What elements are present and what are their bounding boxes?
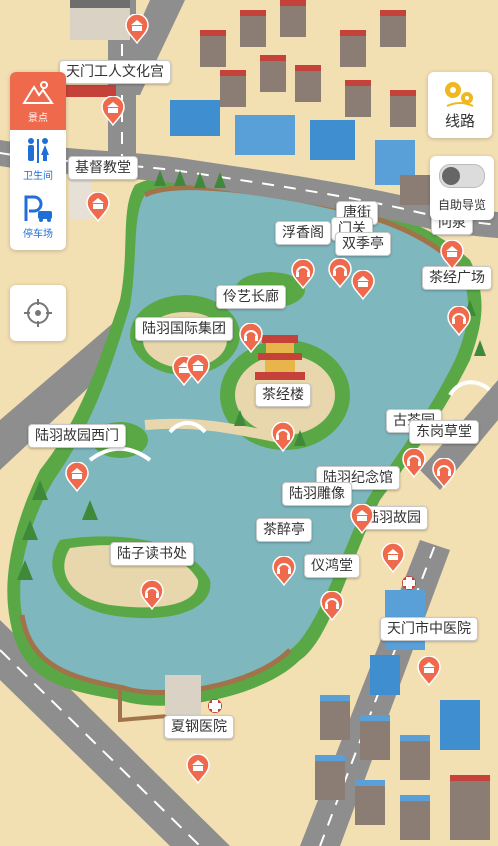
category-scenic-label: 景点: [28, 112, 48, 124]
route-button[interactable]: 线路: [428, 72, 492, 138]
temple-pin-icon[interactable]: [347, 504, 377, 534]
auto-guide-panel: 自助导览: [430, 156, 494, 220]
category-parking[interactable]: 停车场: [10, 188, 66, 246]
audio-pin-icon[interactable]: [137, 580, 167, 610]
poi-label-shuangjiting[interactable]: 双季亭: [335, 232, 391, 256]
audio-pin-icon[interactable]: [288, 259, 318, 289]
poi-label-shuchu[interactable]: 陆子读书处: [110, 542, 194, 566]
audio-pin-icon[interactable]: [399, 448, 429, 478]
toggle-knob: [442, 166, 460, 185]
audio-pin-icon[interactable]: [268, 422, 298, 452]
route-icon: [445, 81, 474, 107]
audio-pin-icon[interactable]: [236, 323, 266, 353]
temple-pin-icon[interactable]: [414, 656, 444, 686]
poi-label-luyujituan[interactable]: 陆羽国际集团: [135, 317, 233, 341]
crosshair-icon: [24, 299, 52, 327]
category-restroom[interactable]: 卫生间: [10, 130, 66, 188]
poi-label-lingyi[interactable]: 伶艺长廊: [216, 285, 286, 309]
auto-guide-label: 自助导览: [437, 197, 486, 212]
audio-pin-icon[interactable]: [444, 306, 474, 336]
hospital-icon-b: [208, 699, 222, 713]
temple-pin-icon[interactable]: [378, 543, 408, 573]
audio-pin-icon[interactable]: [269, 556, 299, 586]
parking-icon: [24, 195, 52, 222]
temple-pin-icon[interactable]: [62, 462, 92, 492]
category-restroom-label: 卫生间: [23, 170, 53, 182]
temple-pin-icon[interactable]: [348, 270, 378, 300]
audio-pin-icon[interactable]: [317, 591, 347, 621]
temple-pin-icon[interactable]: [437, 240, 467, 270]
auto-guide-toggle[interactable]: [439, 163, 485, 188]
poi-label-zhongyiyuan[interactable]: 天门市中医院: [380, 617, 478, 641]
poi-label-chajinglou[interactable]: 茶经楼: [255, 383, 311, 407]
category-parking-label: 停车场: [23, 228, 53, 240]
poi-label-chazuiting[interactable]: 茶醉亭: [256, 518, 312, 542]
category-scenic[interactable]: 景点: [10, 72, 66, 130]
temple-pin-icon[interactable]: [183, 354, 213, 384]
poi-label-xiagang[interactable]: 夏钢医院: [164, 715, 234, 739]
route-label: 线路: [444, 111, 475, 130]
poi-label-yihongtang[interactable]: 仪鸿堂: [304, 554, 360, 578]
locate-button[interactable]: [10, 285, 66, 341]
restroom-icon: [28, 137, 49, 163]
scenic-icon: [22, 80, 54, 104]
temple-pin-icon[interactable]: [83, 192, 113, 222]
poi-label-donggang[interactable]: 东岗草堂: [409, 420, 479, 444]
temple-pin-icon[interactable]: [122, 14, 152, 44]
audio-pin-icon[interactable]: [429, 458, 459, 488]
temple-pin-icon[interactable]: [98, 96, 128, 126]
category-panel: 景点 卫生间 停车场: [10, 72, 66, 250]
poi-label-fuxiangge[interactable]: 浮香阁: [275, 221, 331, 245]
hospital-icon-a: [402, 576, 416, 590]
poi-label-diaoxiang[interactable]: 陆羽雕像: [282, 482, 352, 506]
poi-label-xixmen[interactable]: 陆羽故园西门: [28, 424, 126, 448]
poi-label-wenhuagong[interactable]: 天门工人文化宫: [59, 60, 171, 84]
temple-pin-icon[interactable]: [183, 754, 213, 784]
poi-label-jidu[interactable]: 基督教堂: [68, 156, 138, 180]
